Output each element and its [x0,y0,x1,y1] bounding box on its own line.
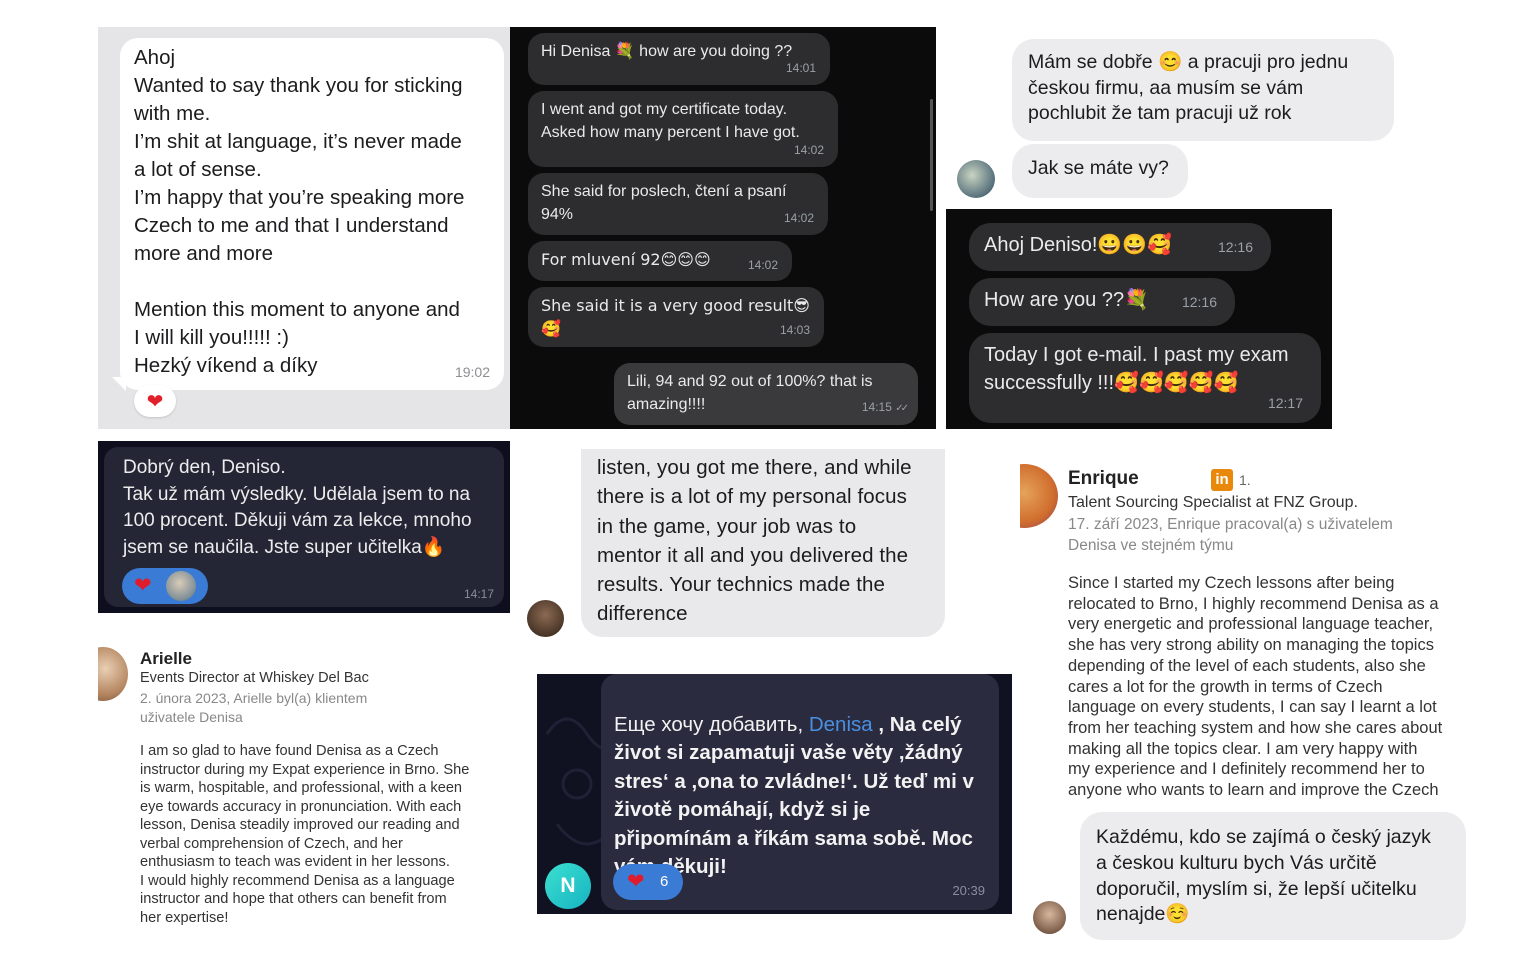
message-time: 20:39 [952,883,985,898]
review-meta: 2. února 2023, Arielle byl(a) klientem u… [140,690,368,725]
message-bubble[interactable]: She said it is a very good result😎 🥰 14:… [528,287,824,347]
review-body: I am so glad to have found Denisa as a C… [140,743,470,926]
reply-bubble[interactable]: Lili, 94 and 92 out of 100%? that is ama… [614,363,918,425]
message-text: Dobrý den, Deniso. Tak už mám výsledky. … [123,457,472,558]
review-body: Since I started my Czech lessons after b… [1068,574,1443,800]
message-time: 14:02 [793,143,824,157]
heart-icon: ❤ [627,869,645,893]
message-text: Ahoj Wanted to say thank you for stickin… [134,46,465,377]
chat-panel-exam: Hi Denisa 💐 how are you doing ?? 14:01 I… [510,27,936,429]
message-text: Hi Denisa 💐 how are you doing ?? [541,43,793,60]
message-text: For mluvení 92😊😊😊 [541,250,711,269]
message-text: Today I got e-mail. I past my exam succe… [984,344,1289,394]
message-bubble[interactable]: She said for poslech, čtení a psaní 94% … [528,173,828,235]
chat-panel-czech: Mám se dobře 😊 a pracuji pro jednu česko… [946,30,1402,208]
chat-panel-results: Dobrý den, Deniso. Tak už mám výsledky. … [98,441,510,613]
heart-icon: ❤ [146,389,164,413]
message-bubble[interactable]: Mám se dobře 😊 a pracuji pro jednu česko… [1012,39,1394,141]
message-time: 12:17 [1267,395,1303,411]
message-time: 14:01 [785,61,816,75]
reaction-badge[interactable]: ❤ [122,568,208,604]
message-bubble[interactable]: Еще хочу добавить, Denisa , Na celý živo… [601,674,999,910]
message-text: Ahoj Deniso!😀😀🥰 [984,234,1173,256]
message-text: , Na celý život si zapamatuji vaše věty … [614,712,974,879]
message-bubble[interactable]: Každému, kdo se zajímá o český jazyk a č… [1080,812,1466,940]
read-ticks-icon: ✓✓ [895,403,909,414]
reviewer-name[interactable]: Enrique [1068,468,1139,490]
message-text: She said for poslech, čtení a psaní 94% [541,183,787,223]
connection-degree: 1. [1239,472,1251,488]
avatar [527,600,564,637]
reply-time: 14:15 ✓✓ [861,396,909,420]
message-time: 14:17 [463,587,494,601]
avatar [1033,901,1066,934]
chat-panel-recommend: Každému, kdo se zajímá o český jazyk a č… [1030,808,1470,942]
message-bubble[interactable]: How are you ??💐 12:16 [969,278,1235,326]
avatar [957,160,995,198]
message-time: 14:03 [779,323,810,337]
chat-panel-email: Ahoj Deniso!😀😀🥰 12:16 How are you ??💐 12… [946,209,1332,429]
message-text: She said it is a very good result😎 🥰 [541,296,810,338]
message-prefix: Еще хочу добавить, [614,712,809,736]
message-text: Mám se dobře 😊 a pracuji pro jednu česko… [1028,51,1349,124]
heart-icon: ❤ [134,573,152,597]
reaction-count: 6 [660,873,669,890]
message-time: 14:02 [783,211,814,225]
review-panel-enrique: Enrique in 1. Talent Sourcing Specialist… [1020,462,1486,800]
message-bubble[interactable]: Hi Denisa 💐 how are you doing ?? 14:01 [528,33,830,85]
message-bubble[interactable]: Today I got e-mail. I past my exam succe… [969,333,1321,423]
reaction-badge[interactable]: ❤ [134,385,176,417]
avatar [98,647,128,701]
avatar: N [545,863,591,909]
review-meta: 17. září 2023, Enrique pracoval(a) s uži… [1068,516,1393,554]
message-bubble[interactable]: Ahoj Deniso!😀😀🥰 12:16 [969,223,1271,271]
chat-panel-mentor: listen, you got me there, and while ther… [520,441,950,641]
message-time: 12:16 [1181,294,1217,310]
message-time: 19:02 [454,364,490,380]
message-text: How are you ??💐 [984,289,1149,311]
message-time: 12:16 [1217,239,1253,255]
review-panel-arielle: Arielle Events Director at Whiskey Del B… [98,640,518,940]
message-text: listen, you got me there, and while ther… [597,456,912,626]
message-bubble[interactable]: Jak se máte vy? [1012,144,1188,198]
mention-link[interactable]: Denisa [809,713,873,736]
message-bubble[interactable]: Ahoj Wanted to say thank you for stickin… [120,38,504,390]
chat-panel-english: Ahoj Wanted to say thank you for stickin… [98,27,510,429]
message-text: Jak se máte vy? [1028,157,1169,179]
reply-time-text: 14:15 [861,400,892,414]
reviewer-headline: Talent Sourcing Specialist at FNZ Group. [1068,494,1358,511]
reaction-badge[interactable]: ❤ 6 [613,864,683,900]
scrollbar[interactable] [930,99,933,211]
message-bubble[interactable]: Dobrý den, Deniso. Tak už mám výsledky. … [104,447,504,607]
avatar [1020,464,1058,528]
message-time: 14:02 [747,258,778,272]
message-bubble[interactable]: listen, you got me there, and while ther… [581,449,945,637]
linkedin-icon: in [1211,469,1233,491]
message-bubble[interactable]: For mluvení 92😊😊😊 14:02 [528,241,792,281]
message-bubble[interactable]: I went and got my certificate today. Ask… [528,91,838,167]
message-text-container: Еще хочу добавить, Denisa , Na celý živo… [614,682,986,882]
avatar-letter: N [560,874,576,897]
message-text: I went and got my certificate today. Ask… [541,101,800,141]
reviewer-name[interactable]: Arielle [140,649,192,669]
chat-panel-telegram: Еще хочу добавить, Denisa , Na celý živo… [537,674,1012,914]
bubble-tail [112,377,126,391]
message-text: Každému, kdo se zajímá o český jazyk a č… [1096,826,1431,926]
reactor-avatar [166,571,196,601]
reviewer-headline: Events Director at Whiskey Del Bac [140,670,369,686]
